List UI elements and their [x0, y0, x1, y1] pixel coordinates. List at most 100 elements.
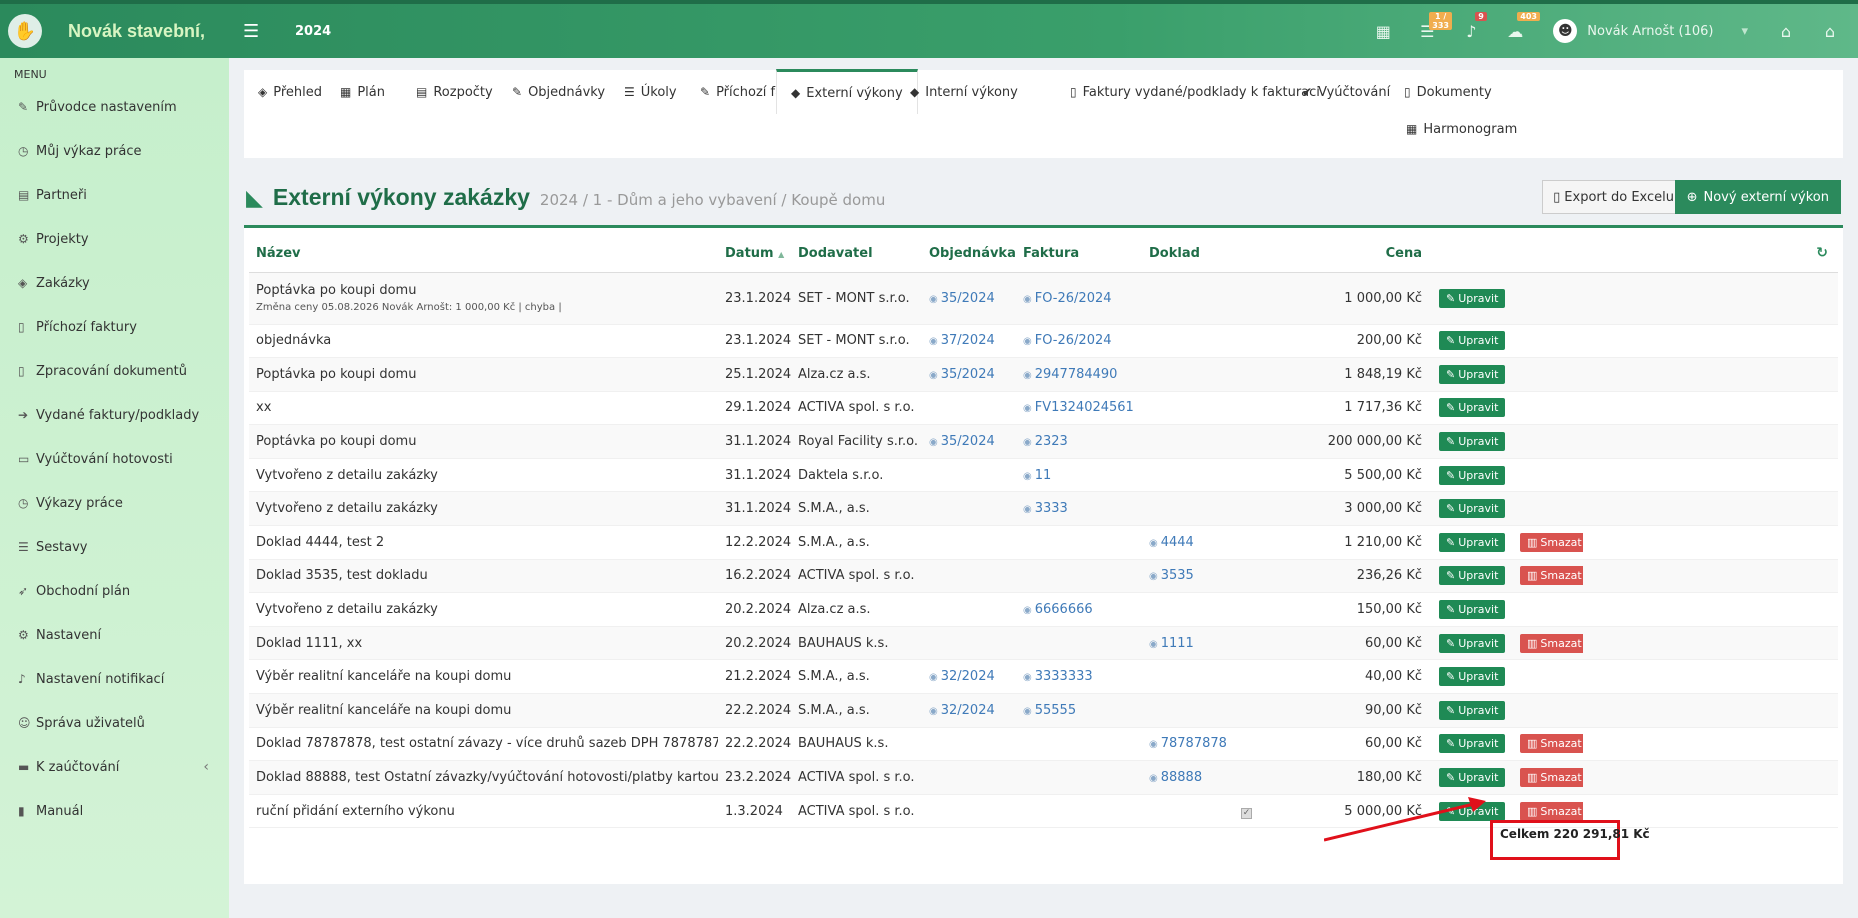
calendar-icon[interactable]: ▦	[1361, 22, 1405, 41]
tab-8[interactable]: ▯ Faktury vydané/podklady k fakturaci	[1070, 70, 1320, 114]
edit-button[interactable]: ✎Upravit	[1439, 398, 1506, 418]
order-link[interactable]: ◉ 37/2024	[929, 333, 995, 348]
invoice-link[interactable]: ◉ FO-26/2024	[1023, 333, 1112, 348]
handshake-logo-icon[interactable]: ✋	[8, 14, 42, 48]
delete-button[interactable]: ▥ Smazat	[1520, 768, 1583, 788]
user-menu[interactable]: ☻ Novák Arnošt (106) ▾	[1553, 19, 1748, 43]
invoice-link[interactable]: ◉ FV1324024561	[1023, 400, 1134, 415]
messages-icon[interactable]: ☁ 403	[1493, 11, 1540, 41]
edit-button[interactable]: ✎Upravit	[1439, 700, 1506, 720]
sidebar-item-3[interactable]: ⚙ Projekty	[0, 217, 229, 261]
invoice-link[interactable]: ◉ 3333333	[1023, 669, 1093, 684]
edit-button[interactable]: ✎Upravit	[1439, 532, 1506, 552]
cell-edit: ✎Upravit	[1432, 659, 1513, 695]
order-link[interactable]: ◉ 35/2024	[929, 367, 995, 382]
invoice-link[interactable]: ◉ FO-26/2024	[1023, 291, 1112, 306]
order-link[interactable]: ◉ 32/2024	[929, 703, 995, 718]
bell-icon[interactable]: ♪ 9	[1449, 11, 1493, 41]
invoice-link[interactable]: ◉ 6666666	[1023, 602, 1093, 617]
delete-button[interactable]: ▥ Smazat	[1520, 734, 1583, 754]
delete-button[interactable]: ▥ Smazat	[1520, 633, 1583, 653]
edit-button[interactable]: ✎Upravit	[1439, 331, 1506, 351]
sidebar-item-4[interactable]: ◈ Zakázky	[0, 261, 229, 305]
doc-link[interactable]: ◉ 3535	[1149, 568, 1194, 583]
tab-3[interactable]: ✎ Objednávky	[512, 70, 605, 114]
sidebar-item-label: Příchozí faktury	[36, 319, 137, 335]
checkbox[interactable]: ✓	[1241, 807, 1252, 819]
edit-button[interactable]: ✎Upravit	[1439, 288, 1506, 308]
sidebar-item-15[interactable]: ▬ K zaúčtování ‹	[0, 745, 229, 789]
edit-button[interactable]: ✎Upravit	[1439, 734, 1506, 754]
sidebar-item-2[interactable]: ▤ Partneři	[0, 173, 229, 217]
column-header-supplier[interactable]: Dodavatel	[791, 235, 922, 273]
sidebar-item-7[interactable]: ➔ Vydané faktury/podklady	[0, 393, 229, 437]
year-selector[interactable]: 2024	[295, 24, 331, 39]
refresh-icon[interactable]: ↻	[1816, 245, 1828, 261]
sidebar-item-5[interactable]: ▯ Příchozí faktury	[0, 305, 229, 349]
new-external-work-button[interactable]: ⊕ Nový externí výkon	[1674, 180, 1841, 214]
doc-link[interactable]: ◉ 78787878	[1149, 736, 1227, 751]
tab-0[interactable]: ◈ Přehled	[258, 70, 322, 114]
eye-icon: ◉	[1149, 739, 1158, 751]
column-header-order[interactable]: Objednávka	[922, 235, 1016, 273]
tab-6[interactable]: ◆ Externí výkony	[776, 69, 918, 114]
column-header-name[interactable]: Název	[249, 235, 718, 273]
sidebar-item-10[interactable]: ☰ Sestavy	[0, 525, 229, 569]
column-header-doc[interactable]: Doklad	[1142, 235, 1232, 273]
doc-link[interactable]: ◉ 88888	[1149, 770, 1202, 785]
delete-button[interactable]: ▥ Smazat	[1520, 532, 1583, 552]
cell-edit: ✎Upravit	[1432, 357, 1513, 392]
edit-button[interactable]: ✎Upravit	[1439, 768, 1506, 788]
home-icon[interactable]: ⌂	[1808, 22, 1852, 41]
edit-button[interactable]: ✎Upravit	[1439, 465, 1506, 485]
invoice-link[interactable]: ◉ 2323	[1023, 434, 1068, 449]
sidebar-item-13[interactable]: ♪ Nastavení notifikací	[0, 657, 229, 701]
hamburger-menu-icon[interactable]: ☰	[243, 21, 273, 42]
tab-9[interactable]: ✔ Vyúčtování	[1302, 70, 1390, 114]
cell-invoice: ◉ 3333333	[1016, 659, 1142, 695]
order-link[interactable]: ◉ 35/2024	[929, 291, 995, 306]
tab-2[interactable]: ▤ Rozpočty	[416, 70, 493, 114]
tab-label: Interní výkony	[925, 84, 1018, 100]
sidebar-item-1[interactable]: ◷ Můj výkaz práce	[0, 129, 229, 173]
sidebar-item-6[interactable]: ▯ Zpracování dokumentů	[0, 349, 229, 393]
invoice-link[interactable]: ◉ 3333	[1023, 501, 1068, 516]
delete-button[interactable]: ▥ Smazat	[1520, 566, 1583, 586]
edit-button[interactable]: ✎Upravit	[1439, 432, 1506, 452]
edit-button[interactable]: ✎Upravit	[1439, 667, 1506, 687]
delete-button[interactable]: ▥ Smazat	[1520, 801, 1583, 821]
doc-link[interactable]: ◉ 1111	[1149, 636, 1194, 651]
bank-icon[interactable]: ⌂	[1764, 22, 1808, 41]
order-link[interactable]: ◉ 35/2024	[929, 434, 995, 449]
order-link[interactable]: ◉ 32/2024	[929, 669, 995, 684]
column-header-price[interactable]: Cena	[1232, 235, 1432, 273]
tab-7[interactable]: ◆ Interní výkony	[910, 70, 1018, 114]
edit-label: Upravit	[1458, 291, 1499, 305]
edit-button[interactable]: ✎Upravit	[1439, 600, 1506, 620]
doc-link[interactable]: ◉ 4444	[1149, 535, 1194, 550]
sidebar-item-9[interactable]: ◷ Výkazy práce	[0, 481, 229, 525]
tab-11[interactable]: ▦ Harmonogram	[1406, 107, 1517, 151]
tab-4[interactable]: ☰ Úkoly	[624, 70, 677, 114]
chevron-left-icon[interactable]: ‹	[203, 759, 209, 775]
sidebar-item-12[interactable]: ⚙ Nastavení	[0, 613, 229, 657]
edit-button[interactable]: ✎Upravit	[1439, 364, 1506, 384]
export-excel-button[interactable]: ▯ Export do Excelu	[1542, 180, 1685, 214]
sidebar-item-0[interactable]: ✎ Průvodce nastavením	[0, 85, 229, 129]
brand-name[interactable]: Novák stavební,	[68, 21, 205, 42]
sidebar-item-16[interactable]: ▮ Manuál	[0, 789, 229, 833]
sidebar-item-14[interactable]: ☺ Správa uživatelů	[0, 701, 229, 745]
delete-label: Smazat	[1540, 771, 1582, 785]
invoice-link[interactable]: ◉ 55555	[1023, 703, 1076, 718]
invoice-link[interactable]: ◉ 2947784490	[1023, 367, 1117, 382]
tasks-icon[interactable]: ☰ 1 / 333	[1405, 11, 1452, 41]
column-header-invoice[interactable]: Faktura	[1016, 235, 1142, 273]
sidebar-item-11[interactable]: ➶ Obchodní plán	[0, 569, 229, 613]
edit-button[interactable]: ✎Upravit	[1439, 566, 1506, 586]
invoice-link[interactable]: ◉ 11	[1023, 468, 1051, 483]
column-header-date[interactable]: Datum ▲	[718, 235, 791, 273]
tab-1[interactable]: ▦ Plán	[340, 70, 385, 114]
edit-button[interactable]: ✎Upravit	[1439, 633, 1506, 653]
edit-button[interactable]: ✎Upravit	[1439, 499, 1506, 519]
sidebar-item-8[interactable]: ▭ Vyúčtování hotovosti	[0, 437, 229, 481]
